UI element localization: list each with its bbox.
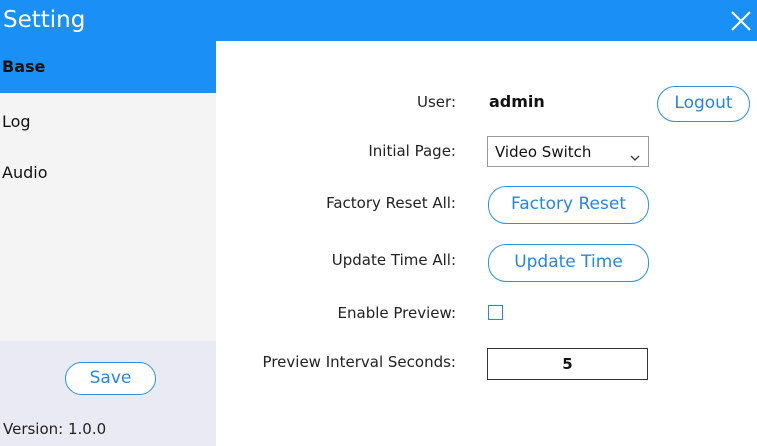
initial-page-label: Initial Page:: [368, 142, 456, 160]
save-button[interactable]: Save: [65, 362, 156, 395]
sidebar-item-base[interactable]: Base: [0, 41, 216, 93]
user-label: User:: [417, 93, 456, 111]
update-time-label: Update Time All:: [331, 251, 456, 269]
factory-reset-label: Factory Reset All:: [326, 194, 456, 212]
update-time-button[interactable]: Update Time: [488, 244, 649, 282]
sidebar-footer: Save Version: 1.0.0: [0, 341, 216, 446]
sidebar-item-label: Audio: [2, 163, 48, 182]
sidebar-item-label: Log: [2, 112, 31, 131]
enable-preview-checkbox[interactable]: [488, 305, 503, 320]
title-bar: Setting: [0, 0, 757, 41]
initial-page-value: Video Switch: [495, 143, 592, 161]
enable-preview-label: Enable Preview:: [337, 304, 456, 322]
close-icon[interactable]: [729, 9, 753, 33]
logout-button[interactable]: Logout: [657, 86, 750, 122]
user-value: admin: [489, 92, 545, 111]
preview-interval-input[interactable]: [487, 348, 648, 380]
chevron-down-icon: [630, 147, 640, 166]
factory-reset-button[interactable]: Factory Reset: [488, 186, 649, 224]
initial-page-select[interactable]: Video Switch: [487, 136, 649, 167]
sidebar-item-label: Base: [2, 57, 46, 76]
version-text: Version: 1.0.0: [3, 420, 107, 438]
sidebar: Base Log Audio Save Version: 1.0.0: [0, 41, 216, 446]
window-title: Setting: [3, 7, 86, 33]
preview-interval-label: Preview Interval Seconds:: [262, 353, 456, 371]
sidebar-item-audio[interactable]: Audio: [0, 147, 216, 199]
sidebar-item-log[interactable]: Log: [0, 96, 216, 148]
